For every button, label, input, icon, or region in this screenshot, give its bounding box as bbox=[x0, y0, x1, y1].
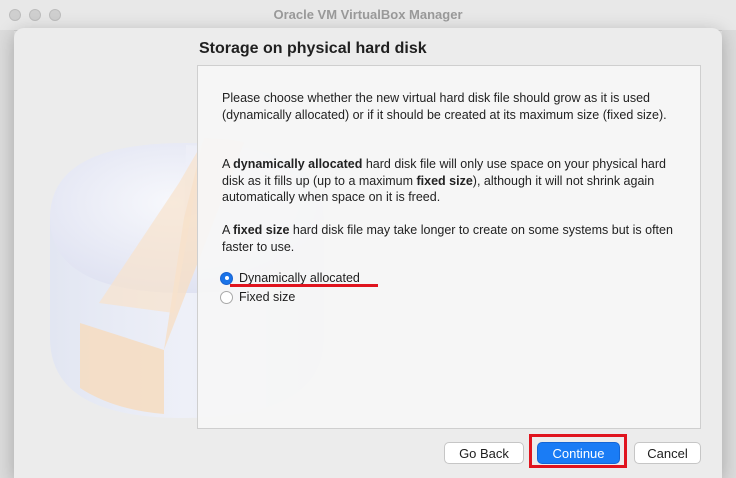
description-text: Please choose whether the new virtual ha… bbox=[222, 91, 667, 122]
page-title: Storage on physical hard disk bbox=[199, 40, 427, 57]
background-panel-left bbox=[0, 30, 14, 478]
storage-dialog: Storage on physical hard disk Please cho… bbox=[14, 28, 722, 478]
window-titlebar: Oracle VM VirtualBox Manager bbox=[0, 0, 736, 31]
option-label-fixed: Fixed size bbox=[239, 290, 296, 304]
dynamic-description-text: A dynamically allocated hard disk file w… bbox=[222, 157, 666, 204]
content-panel: Please choose whether the new virtual ha… bbox=[197, 65, 701, 429]
highlight-underline bbox=[230, 284, 378, 287]
cancel-button[interactable]: Cancel bbox=[634, 442, 701, 464]
go-back-button[interactable]: Go Back bbox=[444, 442, 524, 464]
radio-fixed-size[interactable] bbox=[220, 290, 233, 304]
radio-dynamically-allocated[interactable] bbox=[220, 271, 233, 285]
background-panel-right bbox=[722, 30, 736, 478]
option-fixed-size[interactable]: Fixed size bbox=[220, 288, 295, 306]
fixed-description-text: A fixed size hard disk file may take lon… bbox=[222, 223, 673, 254]
window-title: Oracle VM VirtualBox Manager bbox=[273, 7, 463, 22]
option-label-dynamic: Dynamically allocated bbox=[239, 271, 360, 285]
highlight-box bbox=[529, 434, 627, 468]
